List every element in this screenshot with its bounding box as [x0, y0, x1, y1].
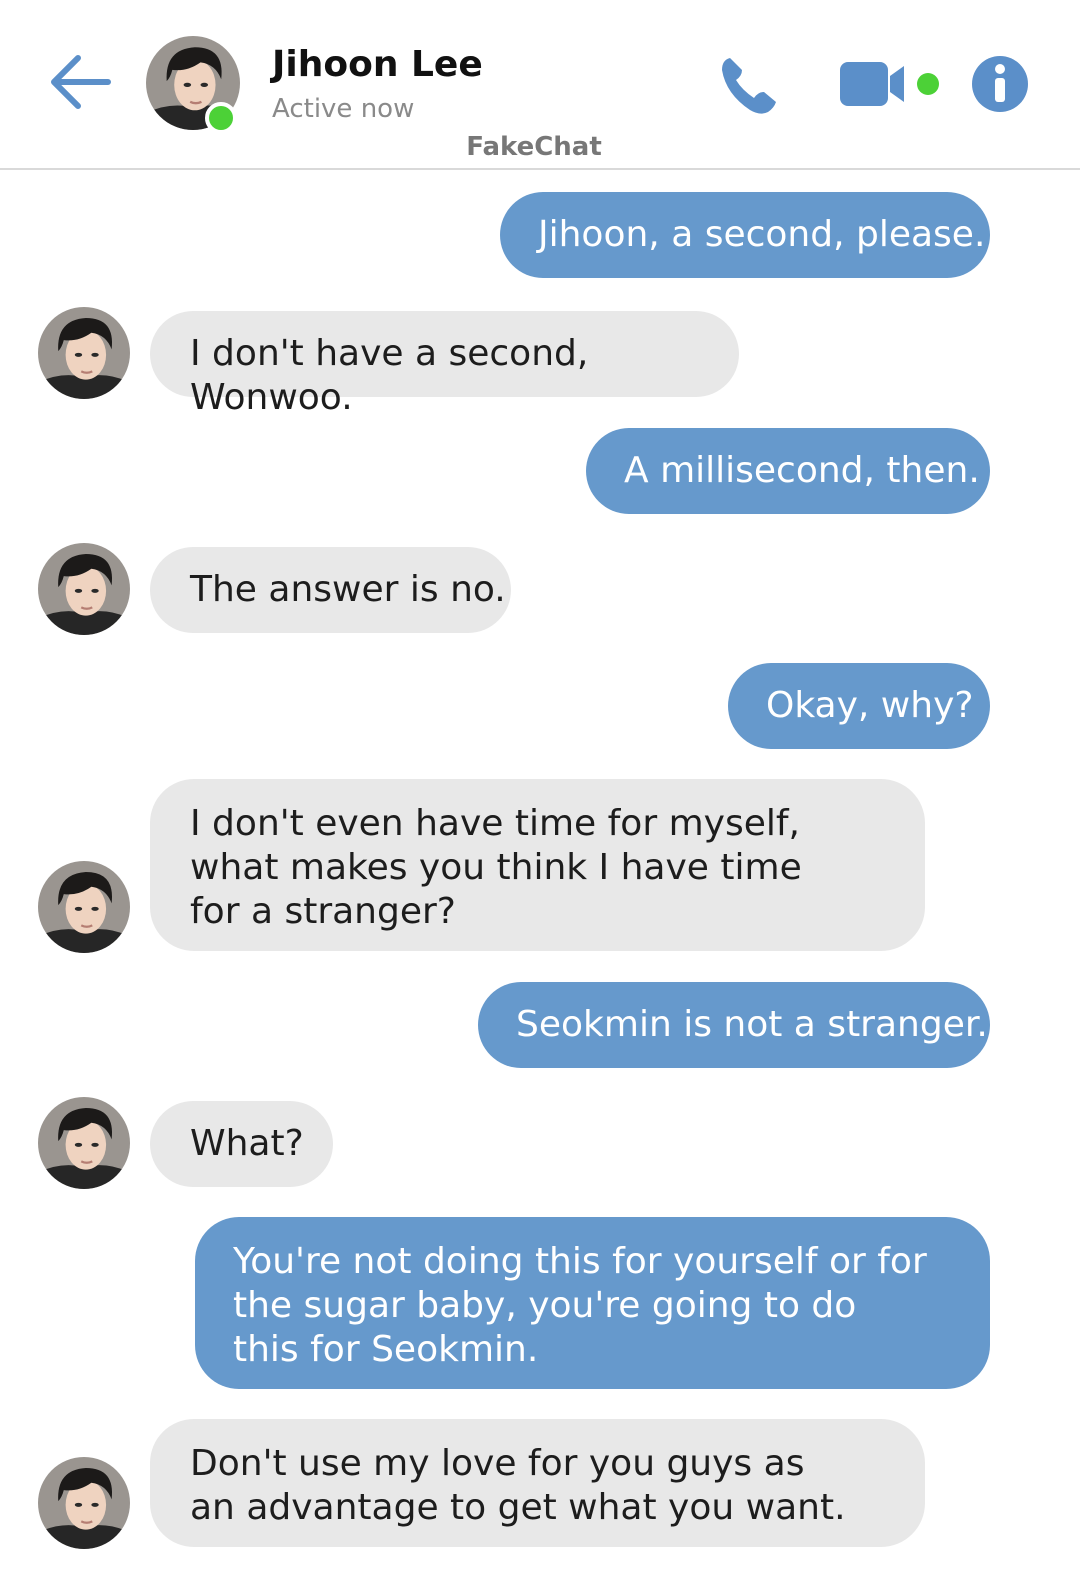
phone-icon[interactable] [716, 52, 782, 118]
sent-message[interactable]: Jihoon, a second, please. [500, 192, 990, 278]
contact-avatar[interactable] [38, 1457, 130, 1549]
received-message[interactable]: What? [150, 1101, 333, 1187]
contact-avatar[interactable] [38, 1097, 130, 1189]
back-arrow-icon[interactable] [48, 52, 114, 112]
received-message[interactable]: Don't use my love for you guys as an adv… [150, 1419, 925, 1547]
online-indicator [205, 102, 237, 134]
sent-message[interactable]: A millisecond, then. [586, 428, 990, 514]
received-message[interactable]: I don't even have time for myself, what … [150, 779, 925, 951]
sent-message[interactable]: Okay, why? [728, 663, 990, 749]
sent-message[interactable]: Seokmin is not a stranger. [478, 982, 990, 1068]
info-icon[interactable] [970, 54, 1030, 114]
contact-name[interactable]: Jihoon Lee [272, 44, 483, 85]
app-watermark: FakeChat [466, 132, 602, 162]
received-message[interactable]: I don't have a second, Wonwoo. [150, 311, 739, 418]
video-camera-icon[interactable] [838, 58, 944, 110]
contact-avatar[interactable] [38, 861, 130, 953]
contact-avatar[interactable] [38, 543, 130, 635]
contact-avatar[interactable] [38, 307, 130, 399]
chat-header: Jihoon Lee Active now FakeChat [0, 0, 1080, 170]
active-status: Active now [272, 94, 415, 124]
sent-message[interactable]: You're not doing this for yourself or fo… [195, 1217, 990, 1389]
received-message[interactable]: The answer is no. [150, 547, 511, 633]
